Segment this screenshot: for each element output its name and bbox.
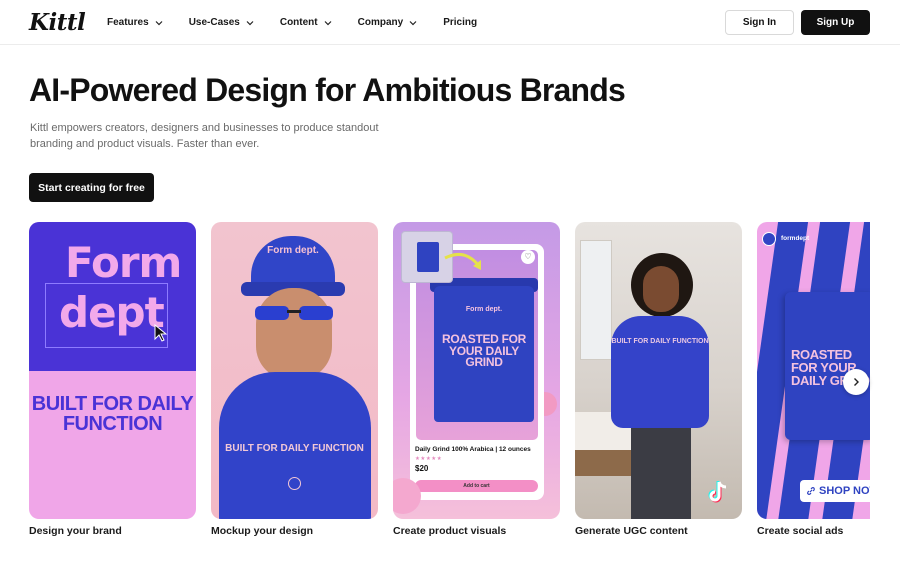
card-caption: Create product visuals	[393, 525, 507, 537]
cursor-icon	[154, 324, 168, 342]
start-creating-button[interactable]: Start creating for free	[29, 173, 154, 202]
hero-title: AI-Powered Design for Ambitious Brands	[29, 72, 626, 108]
nav-item-use-cases[interactable]: Use-Cases	[189, 17, 255, 28]
chevron-down-icon	[155, 20, 163, 25]
carousel-next-button[interactable]	[843, 369, 869, 395]
logo[interactable]: Kittl	[29, 9, 86, 36]
chevron-down-icon	[409, 20, 417, 25]
shop-now-label: SHOP NOW	[819, 485, 870, 497]
nav-item-company[interactable]: Company	[358, 17, 419, 28]
card-design-brand[interactable]: Form dept BUILT FOR DAILY FUNCTION	[29, 222, 196, 519]
tiktok-icon	[708, 481, 727, 503]
sunglasses	[255, 306, 333, 320]
card-caption: Create social ads	[757, 525, 844, 537]
product-rating: ★★★★★	[415, 456, 443, 462]
nav-item-label: Content	[279, 17, 318, 28]
nav-item-label: Features	[107, 17, 149, 28]
bag-text: ROASTED FOR YOUR DAILY GRIND	[441, 332, 527, 369]
sign-in-button[interactable]: Sign In	[725, 10, 794, 35]
nav-item-pricing[interactable]: Pricing	[443, 17, 477, 28]
account-name: formdept	[781, 235, 810, 242]
window	[580, 240, 612, 360]
product-price: $20	[415, 464, 429, 473]
hero-subtitle: Kittl empowers creators, designers and b…	[30, 122, 379, 150]
face	[643, 266, 679, 312]
brand-tagline: BUILT FOR DAILY FUNCTION	[31, 393, 194, 435]
heart-icon: ♡	[521, 250, 535, 264]
add-to-cart-button: Add to cart	[415, 480, 538, 492]
face	[256, 288, 332, 380]
top-nav: Kittl Features Use-Cases Content Company…	[0, 0, 900, 45]
main-menu: Features Use-Cases Content Company Prici…	[107, 0, 502, 45]
shop-now-badge: SHOP NOW	[800, 480, 870, 502]
bag-brand: Form dept.	[465, 306, 503, 313]
product-title: Daily Grind 100% Arabica | 12 ounces	[415, 446, 531, 453]
sign-up-button[interactable]: Sign Up	[801, 10, 870, 35]
nav-item-features[interactable]: Features	[107, 17, 164, 28]
nav-item-label: Company	[357, 17, 404, 28]
hoodie-text: BUILT FOR DAILY FUNCTION	[225, 443, 364, 454]
chevron-down-icon	[246, 20, 254, 25]
cap-text: Form dept.	[267, 245, 319, 256]
thumbnail-bag	[417, 242, 439, 272]
brand-art-line1: Form	[65, 238, 182, 287]
arrow-icon	[444, 252, 481, 270]
nav-item-content[interactable]: Content	[280, 17, 333, 28]
chevron-down-icon	[324, 20, 332, 25]
account-avatar	[762, 232, 776, 246]
card-mockup-design[interactable]: Form dept. BUILT FOR DAILY FUNCTION	[211, 222, 378, 519]
selection-box	[45, 283, 168, 348]
pants	[631, 426, 691, 519]
card-caption: Generate UGC content	[575, 525, 688, 537]
chevron-right-icon	[854, 378, 859, 386]
card-product-visuals[interactable]: Form dept. ROASTED FOR YOUR DAILY GRIND …	[393, 222, 560, 519]
sweatshirt	[611, 316, 709, 428]
card-caption: Design your brand	[29, 525, 122, 537]
sweatshirt-text: BUILT FOR DAILY FUNCTION	[611, 338, 709, 345]
globe-icon	[288, 477, 301, 490]
card-ugc-content[interactable]: BUILT FOR DAILY FUNCTION	[575, 222, 742, 519]
nav-item-label: Pricing	[443, 17, 478, 28]
card-caption: Mockup your design	[211, 525, 314, 537]
nav-item-label: Use-Cases	[188, 17, 240, 28]
link-icon	[807, 487, 815, 495]
